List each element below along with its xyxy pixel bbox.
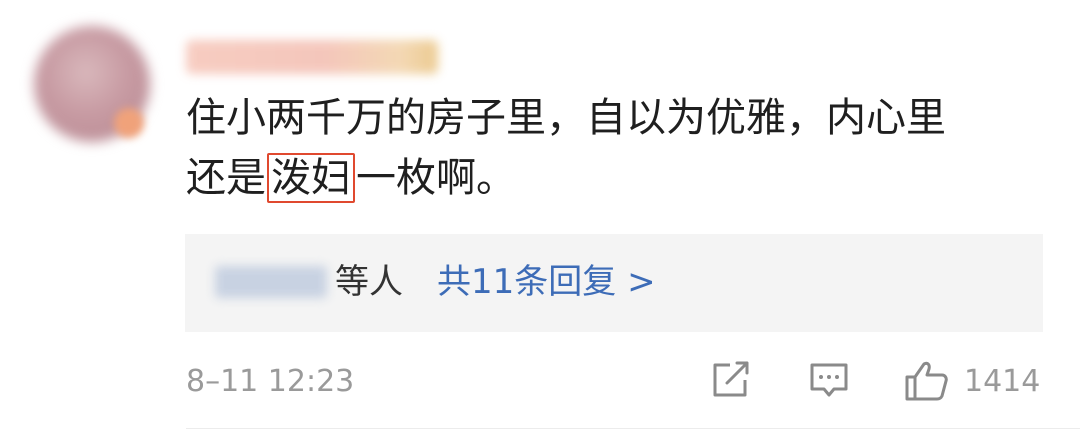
comment-line-2-pre: 还是: [186, 155, 266, 201]
comment-icon[interactable]: [808, 360, 850, 402]
view-replies-link[interactable]: 共11条回复 >: [437, 260, 656, 304]
like-icon[interactable]: [904, 360, 950, 402]
share-icon[interactable]: [710, 360, 752, 400]
username-blurred[interactable]: [186, 40, 438, 74]
replies-suffix: 等人: [335, 262, 403, 302]
replies-preview[interactable]: 等人 共11条回复 >: [185, 234, 1043, 332]
comment-line-2-post: 一枚啊。: [356, 155, 516, 201]
verified-badge-icon: [114, 108, 144, 138]
like-count: 1414: [964, 364, 1041, 399]
replier-names-blurred: [215, 266, 327, 298]
timestamp: 8–11 12:23: [186, 364, 355, 399]
comment-line-2: 还是 泼妇 一枚啊。: [186, 148, 1036, 208]
divider: [186, 428, 1080, 429]
highlighted-word: 泼妇: [267, 153, 355, 203]
comment-text: 住小两千万的房子里，自以为优雅，内心里 还是 泼妇 一枚啊。: [186, 88, 1036, 208]
comment-line-1: 住小两千万的房子里，自以为优雅，内心里: [186, 95, 946, 141]
